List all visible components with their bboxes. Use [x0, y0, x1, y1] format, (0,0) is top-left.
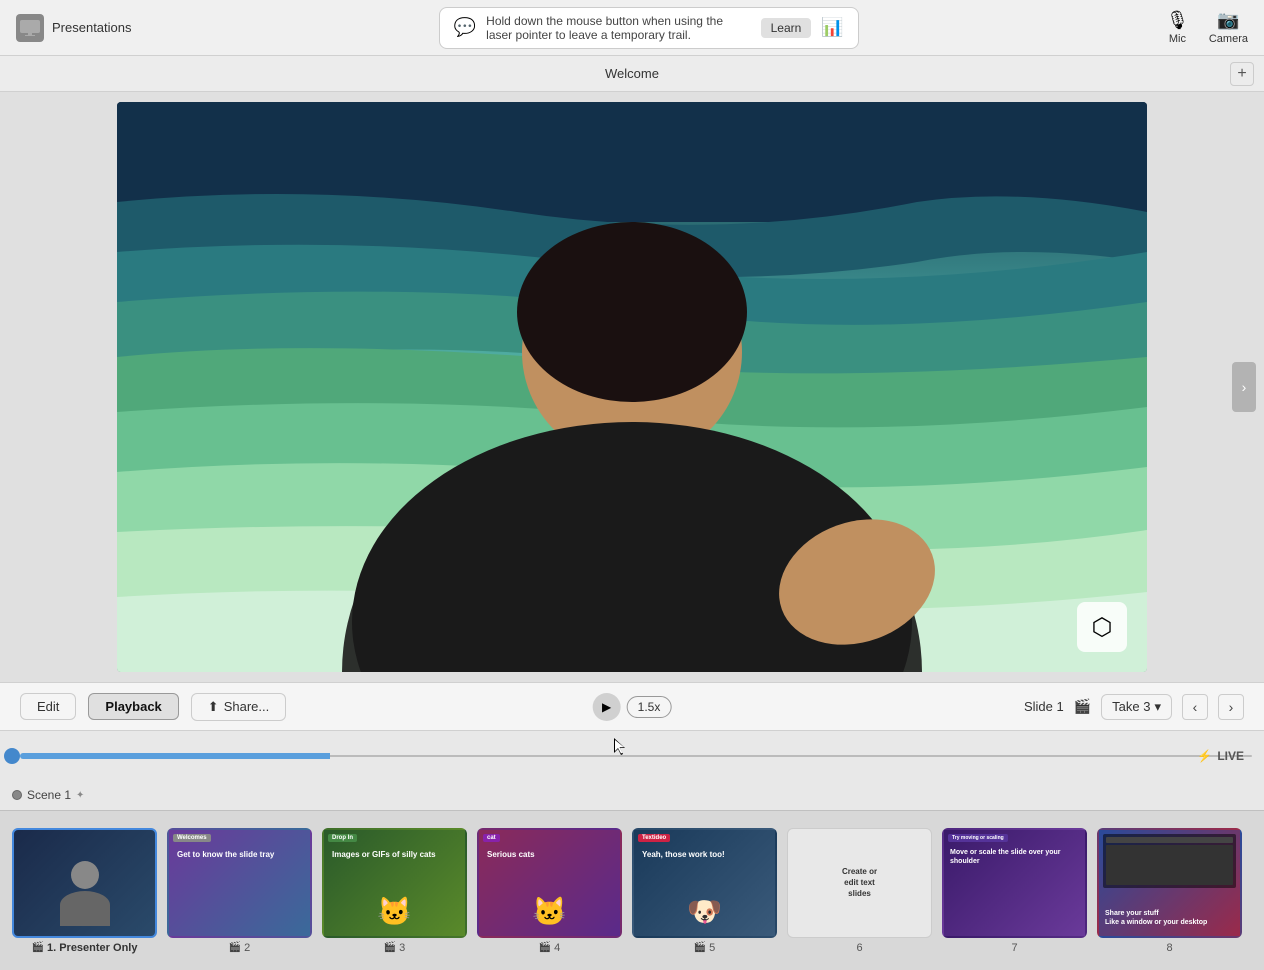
playback-controls: ▶ 1.5x — [593, 693, 672, 721]
top-bar: Presentations 💬 Hold down the mouse butt… — [0, 0, 1264, 56]
lightning-icon: ⚡ — [1197, 749, 1212, 763]
play-icon: ▶ — [602, 700, 611, 714]
film-icon-s2: 🎬 — [229, 942, 241, 953]
prev-slide-button[interactable]: ‹ — [1182, 694, 1208, 720]
slide-num-4: 🎬 4 — [539, 942, 561, 954]
timeline-playhead[interactable] — [4, 748, 20, 764]
slide-item-7[interactable]: Try moving or scaling Move or scale the … — [942, 828, 1087, 954]
slide-thumb-3[interactable]: Drop In Images or GIFs of silly cats 🐱 — [322, 828, 467, 938]
camera-control[interactable]: 📷 Camera — [1209, 10, 1248, 45]
take-button[interactable]: Take 3 ▾ — [1101, 694, 1172, 720]
take-dropdown-icon: ▾ — [1154, 699, 1161, 715]
slide-thumb-2[interactable]: Welcomes Get to know the slide tray — [167, 828, 312, 938]
share-icon: ⬆ — [208, 699, 219, 715]
slide-num-6: 6 — [856, 942, 862, 954]
slide-item-3[interactable]: Drop In Images or GIFs of silly cats 🐱 🎬… — [322, 828, 467, 954]
scene-bar: Scene 1 ✦ — [0, 780, 1264, 810]
hint-text: Hold down the mouse button when using th… — [486, 14, 750, 42]
slide-item-1[interactable]: 🎬 1. Presenter Only — [12, 828, 157, 954]
film-icon-s4: 🎬 — [539, 942, 551, 953]
scene-label: Scene 1 — [27, 788, 71, 802]
slide-item-5[interactable]: Textideo Yeah, those work too! 🐶 🎬 5 — [632, 828, 777, 954]
slide-thumb-8[interactable]: Share your stuffLike a window or your de… — [1097, 828, 1242, 938]
live-indicator: ⚡ LIVE — [1197, 749, 1244, 763]
slide-thumb-7[interactable]: Try moving or scaling Move or scale the … — [942, 828, 1087, 938]
tab-title: Welcome — [605, 66, 659, 81]
slide-num-1: 🎬 1. Presenter Only — [32, 942, 138, 954]
add-tab-button[interactable]: + — [1230, 62, 1254, 86]
film-icon-s3: 🎬 — [384, 942, 396, 953]
live-label: LIVE — [1217, 749, 1244, 763]
playback-button[interactable]: Playback — [88, 693, 178, 720]
expand-button[interactable]: › — [1232, 362, 1256, 412]
mic-control[interactable]: 🎙 Mic — [1166, 10, 1189, 45]
slide-item-6[interactable]: Create oredit textslides 6 — [787, 828, 932, 954]
slide-num-7: 7 — [1011, 942, 1017, 954]
slide-thumb-5[interactable]: Textideo Yeah, those work too! 🐶 — [632, 828, 777, 938]
edit-button[interactable]: Edit — [20, 693, 76, 720]
timeline: ⚡ LIVE — [0, 730, 1264, 780]
timeline-progress — [20, 753, 330, 759]
tab-2[interactable] — [38, 70, 66, 78]
play-button[interactable]: ▶ — [593, 693, 621, 721]
tab-1[interactable] — [10, 70, 38, 78]
top-bar-left: Presentations — [16, 14, 132, 42]
chart-icon: 📊 — [821, 17, 843, 38]
slide-thumb-1[interactable] — [12, 828, 157, 938]
next-slide-button[interactable]: › — [1218, 694, 1244, 720]
video-container: ⬡ — [117, 102, 1147, 672]
slide-num-5: 🎬 5 — [694, 942, 716, 954]
presenter-avatar — [55, 861, 115, 931]
main-area: ⬡ › — [0, 92, 1264, 682]
tab-3[interactable] — [66, 70, 94, 78]
timeline-track[interactable] — [330, 755, 1252, 757]
toolbar: Edit Playback ⬆ Share... ▶ 1.5x Slide 1 … — [0, 682, 1264, 730]
slide-info: Slide 1 — [1024, 699, 1064, 714]
3d-cube-icon: ⬡ — [1077, 602, 1127, 652]
mic-label: Mic — [1169, 33, 1186, 45]
scene-edit-hint[interactable]: ✦ — [76, 790, 84, 801]
scene-dot — [12, 790, 22, 800]
hint-banner: 💬 Hold down the mouse button when using … — [439, 7, 859, 49]
slide-item-2[interactable]: Welcomes Get to know the slide tray 🎬 2 — [167, 828, 312, 954]
slide-tray: 🎬 1. Presenter Only Welcomes Get to know… — [0, 810, 1264, 970]
mic-icon: 🎙 — [1166, 10, 1189, 31]
slide-num-2: 🎬 2 — [229, 942, 251, 954]
slide-thumb-6[interactable]: Create oredit textslides — [787, 828, 932, 938]
slide-num-8: 8 — [1166, 942, 1172, 954]
slide-thumb-4[interactable]: cat Serious cats 🐱 — [477, 828, 622, 938]
toolbar-right: Slide 1 🎬 Take 3 ▾ ‹ › — [1024, 694, 1244, 720]
slide-6-text: Create oredit textslides — [842, 866, 877, 900]
camera-label: Camera — [1209, 33, 1248, 45]
film-icon-s1: 🎬 — [32, 942, 44, 953]
slide-num-3: 🎬 3 — [384, 942, 406, 954]
share-button[interactable]: ⬆ Share... — [191, 693, 286, 721]
wave-svg — [117, 102, 1147, 672]
app-title: Presentations — [52, 20, 132, 35]
tab-bar: Welcome + — [0, 56, 1264, 92]
learn-button[interactable]: Learn — [761, 18, 812, 38]
speed-button[interactable]: 1.5x — [627, 696, 672, 718]
slide-item-8[interactable]: Share your stuffLike a window or your de… — [1097, 828, 1242, 954]
film-icon: 🎬 — [1074, 698, 1091, 715]
presentations-icon — [16, 14, 44, 42]
film-icon-s5: 🎬 — [694, 942, 706, 953]
top-bar-controls: 🎙 Mic 📷 Camera — [1166, 10, 1248, 45]
chat-icon: 💬 — [454, 17, 476, 38]
camera-icon: 📷 — [1217, 10, 1239, 31]
slide-item-4[interactable]: cat Serious cats 🐱 🎬 4 — [477, 828, 622, 954]
